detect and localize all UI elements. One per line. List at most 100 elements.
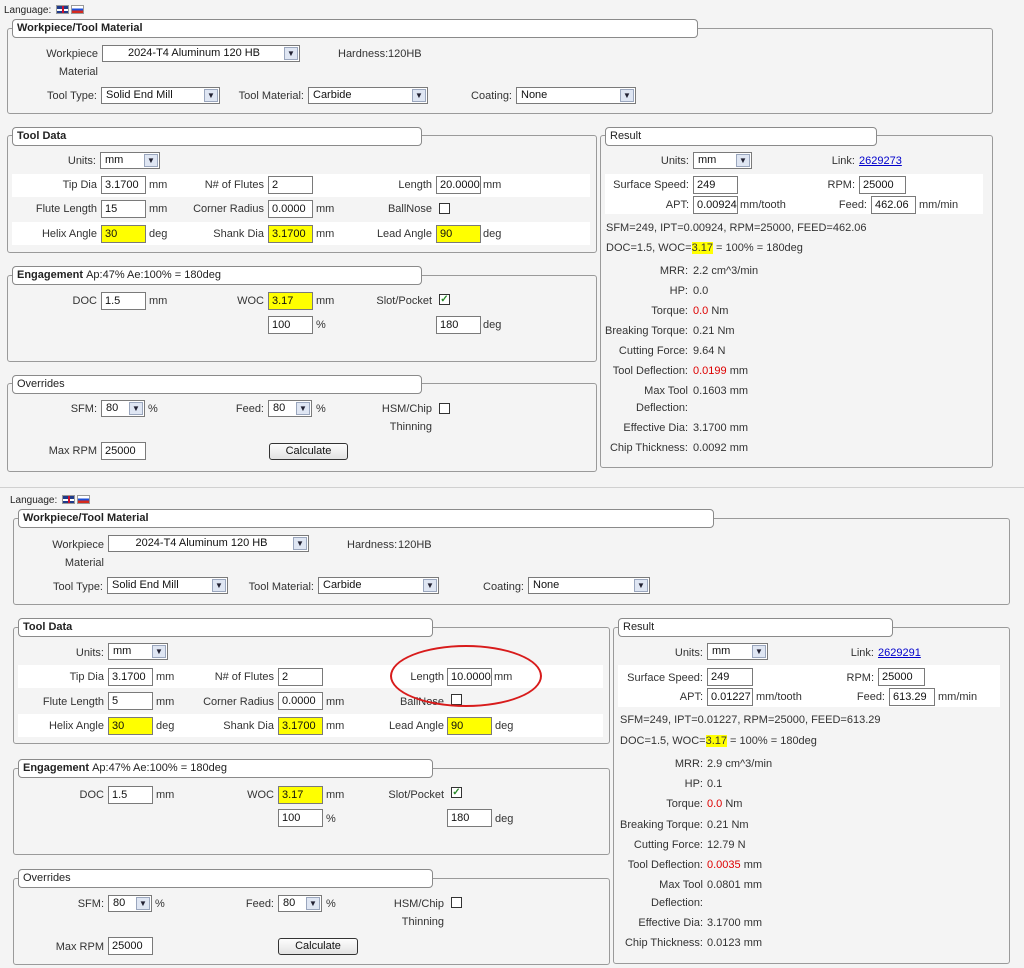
permalink[interactable]: 2629291 <box>878 647 921 659</box>
woc-degree-input[interactable]: 180 <box>436 316 481 334</box>
chevron-down-icon: ▼ <box>634 579 648 592</box>
flute-length-input[interactable]: 5 <box>108 692 153 710</box>
shank-dia-input[interactable]: 3.1700 <box>268 225 313 243</box>
uk-flag-icon[interactable] <box>62 495 76 504</box>
surface-speed-output[interactable]: 249 <box>693 176 738 194</box>
max-tool-deflection-value: 0.0801 mm <box>707 879 763 891</box>
length-input[interactable]: 20.0000 <box>436 176 481 194</box>
tool-material-select[interactable]: Carbide ▼ <box>308 87 428 104</box>
slot-pocket-label: Slot/Pocket <box>376 295 432 307</box>
tool-material-value: Carbide <box>313 89 352 101</box>
tip-dia-input[interactable]: 3.1700 <box>101 176 146 194</box>
helix-angle-input[interactable]: 30 <box>101 225 146 243</box>
chevron-down-icon: ▼ <box>129 402 143 415</box>
sfm-select[interactable]: 80 ▼ <box>101 400 145 417</box>
tip-dia-unit: mm <box>156 671 175 683</box>
rpm-output[interactable]: 25000 <box>859 176 906 194</box>
rpm-label: RPM: <box>827 179 856 191</box>
uk-flag-icon[interactable] <box>56 5 70 14</box>
hsm-chip-thinning-checkbox[interactable] <box>439 403 450 414</box>
result-units-select[interactable]: mm ▼ <box>693 152 752 169</box>
result-units-label: Units: <box>660 155 689 167</box>
corner-radius-input[interactable]: 0.0000 <box>268 200 313 218</box>
ballnose-checkbox[interactable] <box>439 203 450 214</box>
apt-output[interactable]: 0.01227 <box>707 688 753 706</box>
woc-input[interactable]: 3.17 <box>268 292 313 310</box>
lead-angle-input[interactable]: 90 <box>447 717 492 735</box>
chevron-down-icon: ▼ <box>620 89 634 102</box>
result-units-select[interactable]: mm ▼ <box>707 643 768 660</box>
annotation-circle <box>390 645 542 707</box>
tool-type-select[interactable]: Solid End Mill ▼ <box>107 577 228 594</box>
surface-speed-output[interactable]: 249 <box>707 668 753 686</box>
corner-radius-input[interactable]: 0.0000 <box>278 692 323 710</box>
doc-label: DOC <box>79 789 104 801</box>
workpiece-material-value: 2024-T4 Aluminum 120 HB <box>135 537 268 549</box>
flutes-input[interactable]: 2 <box>268 176 313 194</box>
helix-angle-input[interactable]: 30 <box>108 717 153 735</box>
helix-angle-unit: deg <box>156 720 175 732</box>
workpiece-material-select[interactable]: 2024-T4 Aluminum 120 HB ▼ <box>102 45 300 62</box>
max-rpm-input[interactable]: 25000 <box>101 442 146 460</box>
result-feed-output[interactable]: 613.29 <box>889 688 935 706</box>
ru-flag-icon[interactable] <box>71 5 85 14</box>
sfm-label: SFM: <box>77 898 104 910</box>
tool-deflection-label: Tool Deflection: <box>627 859 703 871</box>
tip-dia-input[interactable]: 3.1700 <box>108 668 153 686</box>
doc-input[interactable]: 1.5 <box>101 292 146 310</box>
result-feed-output[interactable]: 462.06 <box>871 196 916 214</box>
rpm-output[interactable]: 25000 <box>878 668 925 686</box>
ru-flag-icon[interactable] <box>77 495 91 504</box>
units-select[interactable]: mm ▼ <box>108 643 168 660</box>
effective-dia-label: Effective Dia: <box>638 917 703 929</box>
woc-percent-input[interactable]: 100 <box>268 316 313 334</box>
woc-degree-input[interactable]: 180 <box>447 809 492 827</box>
flute-length-label: Flute Length <box>35 203 97 215</box>
coating-select[interactable]: None ▼ <box>528 577 650 594</box>
tool-type-value: Solid End Mill <box>106 89 173 101</box>
chevron-down-icon: ▼ <box>423 579 437 592</box>
lead-angle-unit: deg <box>495 720 514 732</box>
units-select[interactable]: mm ▼ <box>100 152 160 169</box>
coating-select[interactable]: None ▼ <box>516 87 636 104</box>
summary-woc-value: 3.17 <box>691 242 713 254</box>
language-label: Language: <box>10 495 58 506</box>
woc-percent-input[interactable]: 100 <box>278 809 323 827</box>
feed-override-select[interactable]: 80 ▼ <box>278 895 322 912</box>
slot-pocket-checkbox[interactable]: ✓ <box>451 787 462 798</box>
hsm-chip-thinning-checkbox[interactable] <box>451 897 462 908</box>
mrr-value: 2.9 cm^3/min <box>707 758 773 770</box>
tool-data-section-title: Tool Data <box>18 618 433 637</box>
chevron-down-icon: ▼ <box>136 897 150 910</box>
lead-angle-input[interactable]: 90 <box>436 225 481 243</box>
tool-deflection-value-row: 0.0035 mm <box>707 859 762 871</box>
max-rpm-input[interactable]: 25000 <box>108 937 153 955</box>
max-rpm-label: Max RPM <box>55 941 104 953</box>
engagement-summary: Ap:47% Ae:100% = 180deg <box>92 762 227 774</box>
tool-deflection-unit: mm <box>743 859 763 871</box>
shank-dia-input[interactable]: 3.1700 <box>278 717 323 735</box>
coating-label: Coating: <box>471 90 512 102</box>
tool-material-select[interactable]: Carbide ▼ <box>318 577 439 594</box>
result-feed-label: Feed: <box>856 691 885 703</box>
sfm-select[interactable]: 80 ▼ <box>108 895 152 912</box>
apt-output[interactable]: 0.00924 <box>693 196 738 214</box>
tool-type-select[interactable]: Solid End Mill ▼ <box>101 87 220 104</box>
flutes-input[interactable]: 2 <box>278 668 323 686</box>
flute-length-input[interactable]: 15 <box>101 200 146 218</box>
calculate-button[interactable]: Calculate <box>269 443 348 460</box>
permalink[interactable]: 2629273 <box>859 155 902 167</box>
feed-override-select[interactable]: 80 ▼ <box>268 400 312 417</box>
woc-input[interactable]: 3.17 <box>278 786 323 804</box>
slot-pocket-checkbox[interactable]: ✓ <box>439 294 450 305</box>
rpm-label: RPM: <box>846 672 875 684</box>
units-value: mm <box>105 154 124 166</box>
cutting-force-label: Cutting Force: <box>618 345 688 357</box>
effective-dia-label: Effective Dia: <box>623 422 688 434</box>
doc-input[interactable]: 1.5 <box>108 786 153 804</box>
calculate-button[interactable]: Calculate <box>278 938 358 955</box>
feed-override-label: Feed: <box>245 898 274 910</box>
result-units-value: mm <box>712 645 731 657</box>
workpiece-material-select[interactable]: 2024-T4 Aluminum 120 HB ▼ <box>108 535 309 552</box>
flute-length-unit: mm <box>156 696 175 708</box>
